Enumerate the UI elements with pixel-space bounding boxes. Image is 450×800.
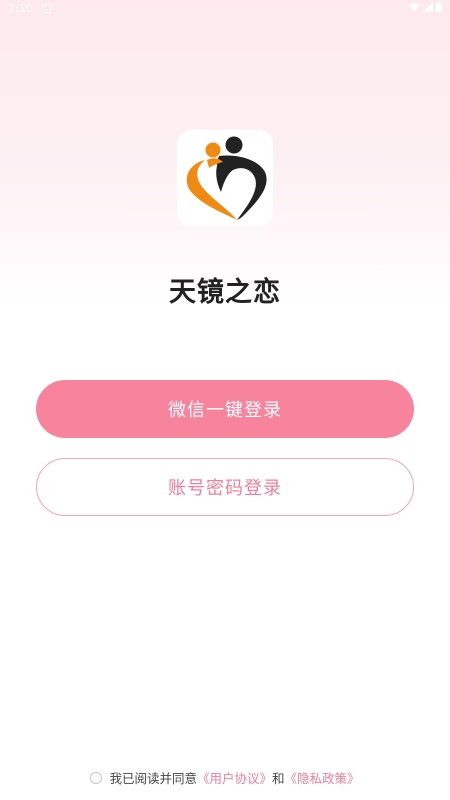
battery-icon: [436, 2, 442, 12]
agreement-row: 我已阅读并同意 《用户协议》 和 《隐私政策》: [0, 768, 450, 787]
wechat-login-button[interactable]: 微信一键登录: [36, 380, 414, 438]
agreement-checkbox[interactable]: [90, 771, 103, 784]
user-agreement-link[interactable]: 《用户协议》: [197, 768, 272, 787]
agreement-prefix: 我已阅读并同意: [109, 771, 197, 786]
account-login-button[interactable]: 账号密码登录: [36, 458, 414, 516]
heart-couple-logo-icon: [186, 136, 267, 220]
status-time: 1:10: [8, 2, 33, 15]
app-logo: [177, 130, 273, 226]
privacy-policy-link[interactable]: 《隐私政策》: [285, 768, 360, 787]
wifi-icon: [408, 3, 420, 12]
notification-icon: [42, 4, 51, 13]
agreement-conjunction: 和: [272, 771, 285, 786]
status-bar: 1:10: [0, 0, 450, 18]
signal-icon: [423, 2, 433, 12]
app-name: 天镜之恋: [169, 277, 281, 308]
status-icons: [408, 2, 442, 12]
